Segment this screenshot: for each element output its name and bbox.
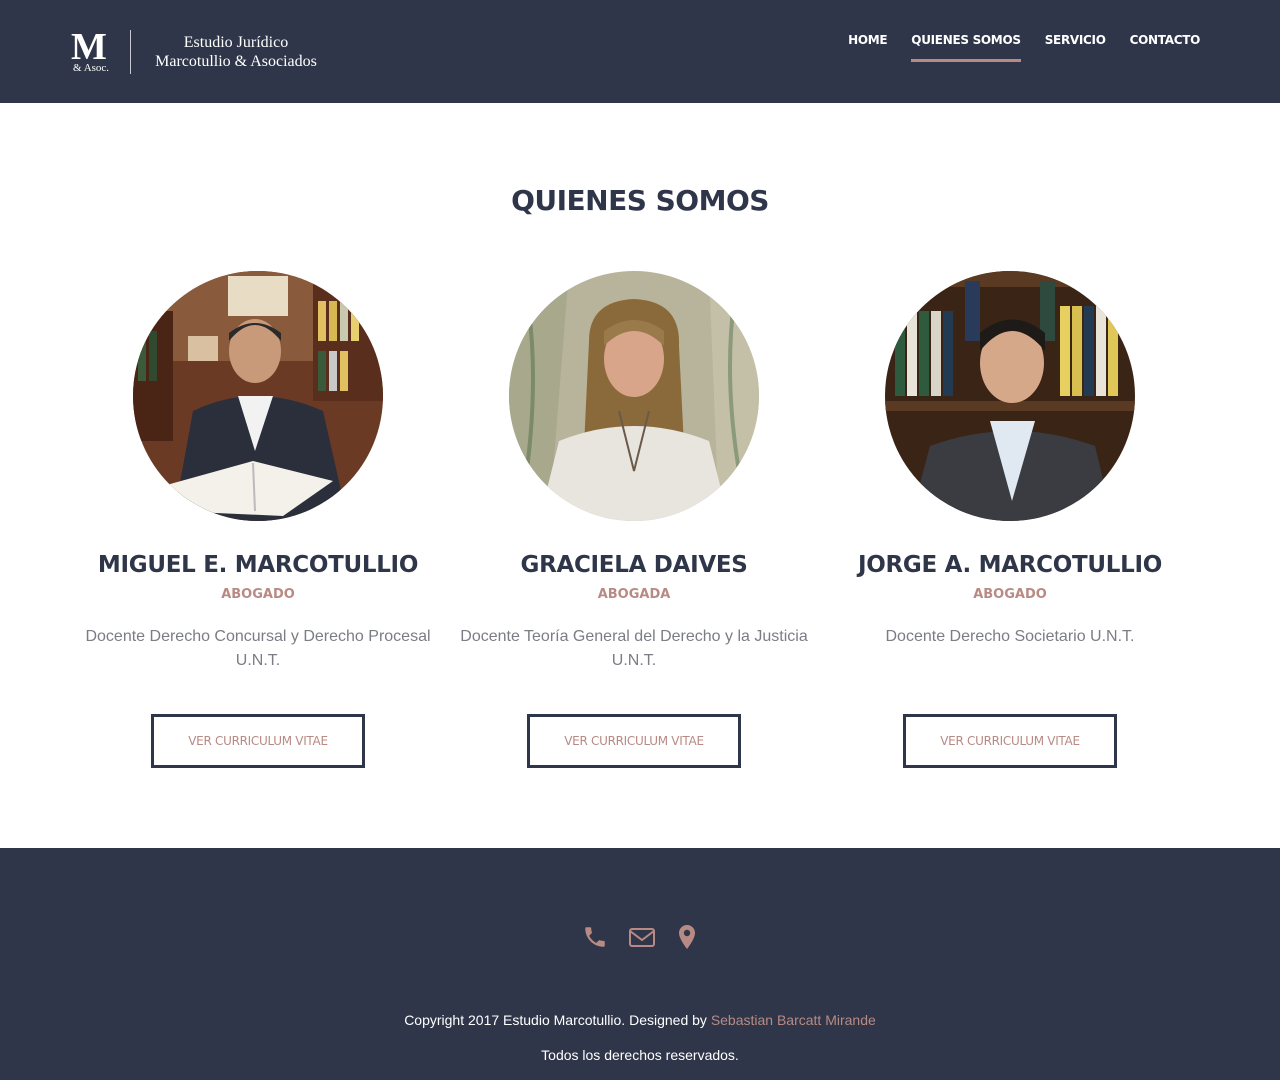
member-photo: [509, 271, 759, 521]
nav-item-servicio[interactable]: SERVICIO: [1045, 33, 1106, 56]
member-role: ABOGADA: [597, 587, 671, 602]
view-cv-button[interactable]: VER CURRICULUM VITAE: [527, 714, 741, 768]
nav-item-home[interactable]: HOME: [848, 33, 887, 56]
nav-item-contacto[interactable]: CONTACTO: [1130, 33, 1201, 56]
member-description: Docente Derecho Concursal y Derecho Proc…: [85, 628, 431, 669]
member-description: Docente Derecho Societario U.N.T.: [885, 628, 1135, 645]
copyright-text: Copyright 2017 Estudio Marcotullio. Desi…: [0, 1012, 1280, 1028]
logo-line-2: Marcotullio & Asociados: [155, 53, 317, 70]
member-photo-illustration: [509, 271, 759, 521]
copyright-prefix: Copyright 2017 Estudio Marcotullio. Desi…: [404, 1012, 711, 1028]
footer-contact-icons: [580, 924, 720, 954]
logo-mark-letter: M: [71, 26, 107, 68]
logo-mark-sub: & Asoc.: [73, 62, 110, 74]
brand-logo[interactable]: M & Asoc. Estudio Jurídico Marcotullio &…: [71, 26, 321, 78]
logo-text: Estudio Jurídico Marcotullio & Asociados: [146, 33, 326, 71]
logo-divider: [130, 30, 131, 74]
member-role: ABOGADO: [221, 587, 295, 602]
member-photo-illustration: [885, 271, 1135, 521]
site-footer: Copyright 2017 Estudio Marcotullio. Desi…: [0, 848, 1280, 1080]
view-cv-button[interactable]: VER CURRICULUM VITAE: [151, 714, 365, 768]
member-photo: [885, 271, 1135, 521]
main-nav: HOME QUIENES SOMOS SERVICIO CONTACTO: [848, 33, 1201, 62]
site-header: M & Asoc. Estudio Jurídico Marcotullio &…: [0, 0, 1280, 103]
logo-line-1: Estudio Jurídico: [183, 34, 289, 51]
page-title: QUIENES SOMOS: [511, 184, 769, 217]
designer-link[interactable]: Sebastian Barcatt Mirande: [711, 1012, 876, 1028]
view-cv-button[interactable]: VER CURRICULUM VITAE: [903, 714, 1117, 768]
logo-mark: M & Asoc.: [71, 26, 121, 74]
map-marker-icon[interactable]: [678, 924, 696, 955]
envelope-icon[interactable]: [628, 924, 656, 955]
member-name: GRACIELA DAIVES: [520, 552, 748, 578]
member-photo: [133, 271, 383, 521]
member-photo-illustration: [133, 271, 383, 521]
nav-item-quienes-somos[interactable]: QUIENES SOMOS: [911, 33, 1022, 62]
team-list: MIGUEL E. MARCOTULLIO ABOGADO Docente De…: [70, 271, 1210, 771]
rights-text: Todos los derechos reservados.: [541, 1047, 739, 1063]
phone-icon[interactable]: [582, 924, 608, 955]
member-name: MIGUEL E. MARCOTULLIO: [97, 552, 419, 578]
member-description: Docente Teoría General del Derecho y la …: [460, 628, 808, 669]
member-role: ABOGADO: [973, 587, 1047, 602]
member-name: JORGE A. MARCOTULLIO: [857, 552, 1162, 578]
